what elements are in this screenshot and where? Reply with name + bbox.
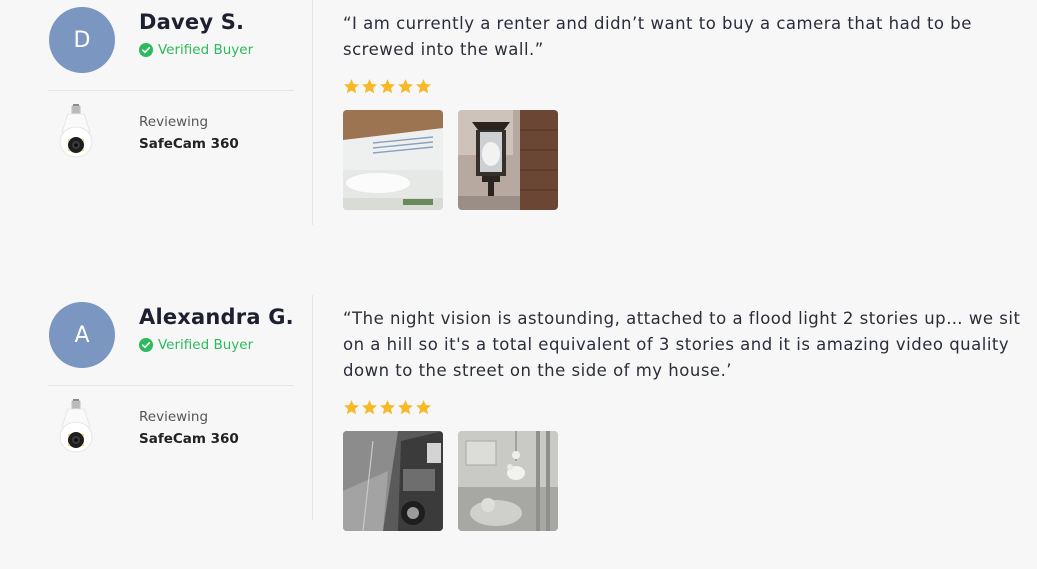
review-card: A Alexandra G. Verified Buyer Reviewing … — [0, 295, 1037, 545]
porch-light-camera-photo[interactable] — [458, 110, 558, 210]
check-circle-icon — [139, 338, 153, 352]
review-content: “The night vision is astounding, attache… — [343, 306, 1023, 531]
star-icon — [398, 79, 413, 94]
reviewer-name: Alexandra G. — [139, 305, 294, 329]
review-text: “I am currently a renter and didn’t want… — [343, 14, 972, 59]
product-name[interactable]: SafeCam 360 — [139, 431, 239, 447]
divider — [48, 385, 294, 386]
night-nursery-photo[interactable] — [458, 431, 558, 531]
verified-label: Verified Buyer — [158, 337, 254, 353]
star-rating — [343, 399, 1023, 421]
avatar: D — [49, 7, 115, 73]
product-thumbnail[interactable] — [58, 104, 94, 164]
star-icon — [416, 79, 431, 94]
product-box-photo[interactable] — [343, 110, 443, 210]
star-icon — [362, 79, 377, 94]
vertical-divider — [312, 0, 313, 225]
verified-label: Verified Buyer — [158, 42, 254, 58]
star-icon — [380, 79, 395, 94]
star-icon — [362, 400, 377, 415]
vertical-divider — [312, 295, 313, 520]
review-card: D Davey S. Verified Buyer Reviewing Safe… — [0, 0, 1037, 250]
review-photos — [343, 431, 1023, 531]
night-driveway-photo[interactable] — [343, 431, 443, 531]
product-thumbnail[interactable] — [58, 399, 94, 459]
verified-badge: Verified Buyer — [139, 337, 253, 353]
reviewing-label: Reviewing — [139, 409, 209, 425]
star-icon — [416, 400, 431, 415]
reviewer-info: A Alexandra G. Verified Buyer Reviewing … — [48, 295, 294, 525]
star-icon — [344, 79, 359, 94]
reviewing-label: Reviewing — [139, 114, 209, 130]
check-circle-icon — [139, 43, 153, 57]
star-rating — [343, 78, 1023, 100]
reviewer-name: Davey S. — [139, 10, 245, 34]
divider — [48, 90, 294, 91]
star-icon — [398, 400, 413, 415]
star-icon — [380, 400, 395, 415]
star-icon — [344, 400, 359, 415]
review-content: “I am currently a renter and didn’t want… — [343, 11, 1023, 210]
review-text: “The night vision is astounding, attache… — [343, 309, 1021, 380]
avatar: A — [49, 302, 115, 368]
verified-badge: Verified Buyer — [139, 42, 253, 58]
review-photos — [343, 110, 1023, 210]
product-name[interactable]: SafeCam 360 — [139, 136, 239, 152]
reviewer-info: D Davey S. Verified Buyer Reviewing Safe… — [48, 0, 294, 230]
